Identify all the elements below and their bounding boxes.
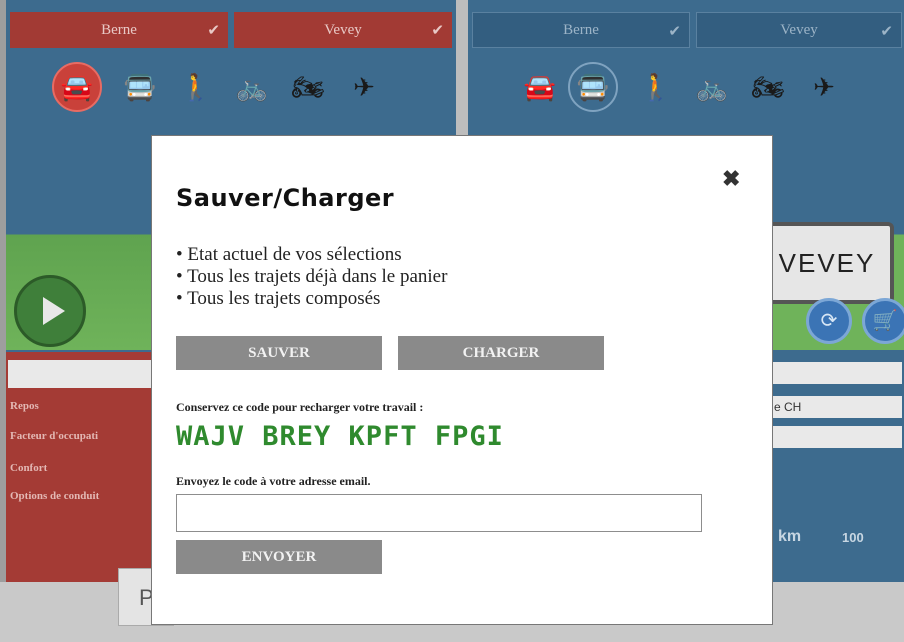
load-button[interactable]: CHARGER bbox=[398, 336, 604, 370]
car-icon[interactable]: 🚘 bbox=[52, 62, 102, 112]
check-icon: ✔ bbox=[207, 23, 220, 39]
email-field[interactable] bbox=[176, 494, 702, 532]
from-select-left[interactable]: Berne ✔ bbox=[10, 12, 228, 48]
save-code: WAJV BREY KPFT FPGI bbox=[176, 421, 504, 452]
from-select-right[interactable]: Berne ✔ bbox=[472, 12, 690, 48]
distance-unit: km bbox=[778, 528, 802, 545]
bus-icon[interactable]: 🚍 bbox=[568, 62, 618, 112]
from-label: Berne bbox=[563, 21, 599, 38]
refresh-icon[interactable]: ⟳ bbox=[806, 298, 852, 344]
motorbike-icon[interactable]: 🏍 bbox=[740, 72, 796, 103]
cart-icon[interactable]: 🛒 bbox=[862, 298, 904, 344]
bike-icon[interactable]: 🚲 bbox=[224, 72, 280, 103]
to-label: Vevey bbox=[324, 21, 362, 38]
list-item: Tous les trajets composés bbox=[176, 288, 447, 310]
save-button[interactable]: SAUVER bbox=[176, 336, 382, 370]
occupancy-value: 100 bbox=[842, 530, 864, 545]
from-label: Berne bbox=[101, 21, 137, 38]
dialog-title: Sauver/Charger bbox=[176, 184, 395, 212]
email-note: Envoyez le code à votre adresse email. bbox=[176, 474, 371, 488]
check-icon: ✔ bbox=[880, 24, 893, 40]
list-item: Etat actuel de vos sélections bbox=[176, 244, 447, 266]
option-label: Repos bbox=[10, 400, 39, 412]
plane-icon[interactable]: ✈ bbox=[336, 72, 392, 103]
code-note: Conservez ce code pour recharger votre t… bbox=[176, 400, 424, 414]
motorbike-icon[interactable]: 🏍 bbox=[280, 72, 336, 103]
plane-icon[interactable]: ✈ bbox=[796, 72, 852, 103]
to-select-left[interactable]: Vevey ✔ bbox=[234, 12, 452, 48]
bus-icon[interactable]: 🚍 bbox=[112, 72, 168, 103]
right-select-1[interactable] bbox=[770, 362, 902, 384]
transport-modes-right: 🚘 🚍 🚶 🚲 🏍 ✈ bbox=[512, 62, 852, 112]
play-button[interactable] bbox=[14, 275, 86, 347]
to-select-right[interactable]: Vevey ✔ bbox=[696, 12, 902, 48]
send-button[interactable]: ENVOYER bbox=[176, 540, 382, 574]
right-select-2[interactable]: e CH bbox=[770, 396, 902, 418]
option-label: Confort bbox=[10, 462, 48, 474]
transport-modes-left: 🚘 🚍 🚶 🚲 🏍 ✈ bbox=[52, 62, 392, 112]
list-item: Tous les trajets déjà dans le panier bbox=[176, 266, 447, 288]
town-sign: VEVEY bbox=[760, 222, 894, 304]
walk-icon[interactable]: 🚶 bbox=[168, 72, 224, 103]
car-icon[interactable]: 🚘 bbox=[512, 72, 568, 103]
close-icon[interactable]: ✖ bbox=[722, 166, 740, 192]
feature-list: Etat actuel de vos sélections Tous les t… bbox=[176, 244, 447, 310]
walk-icon[interactable]: 🚶 bbox=[628, 72, 684, 103]
option-label: Options de conduit bbox=[10, 490, 100, 502]
right-select-3[interactable] bbox=[770, 426, 902, 448]
to-label: Vevey bbox=[780, 21, 818, 38]
bike-icon[interactable]: 🚲 bbox=[684, 72, 740, 103]
option-label: Facteur d'occupati bbox=[10, 430, 99, 442]
check-icon: ✔ bbox=[431, 23, 444, 39]
check-icon: ✔ bbox=[668, 24, 681, 40]
